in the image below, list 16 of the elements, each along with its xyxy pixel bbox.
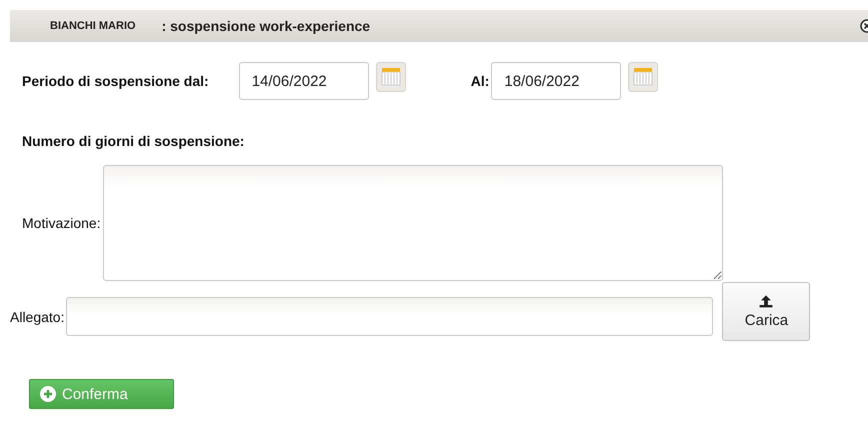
days-label: Numero di giorni di sospensione: <box>22 133 246 149</box>
attachment-field[interactable] <box>66 297 714 336</box>
window-title: : sospensione work-experience <box>162 18 370 34</box>
upload-button[interactable]: Carica <box>722 282 810 341</box>
date-field[interactable]: 18/06/2022 <box>491 62 622 100</box>
period-to-label: Al: <box>470 73 490 89</box>
attachment-label: Allegato: <box>10 308 64 324</box>
reason-textarea[interactable] <box>102 165 723 281</box>
reason-label: Motivazione: <box>22 215 101 231</box>
upload-icon <box>759 294 774 308</box>
date-field[interactable]: 14/06/2022 <box>238 62 369 100</box>
period-from-label: Periodo di sospensione dal: <box>22 73 209 89</box>
calendar-icon[interactable] <box>628 62 658 92</box>
plus-circle-icon <box>40 386 56 402</box>
person-name: BIANCHI MARIO <box>50 20 136 32</box>
calendar-icon[interactable] <box>376 62 406 92</box>
